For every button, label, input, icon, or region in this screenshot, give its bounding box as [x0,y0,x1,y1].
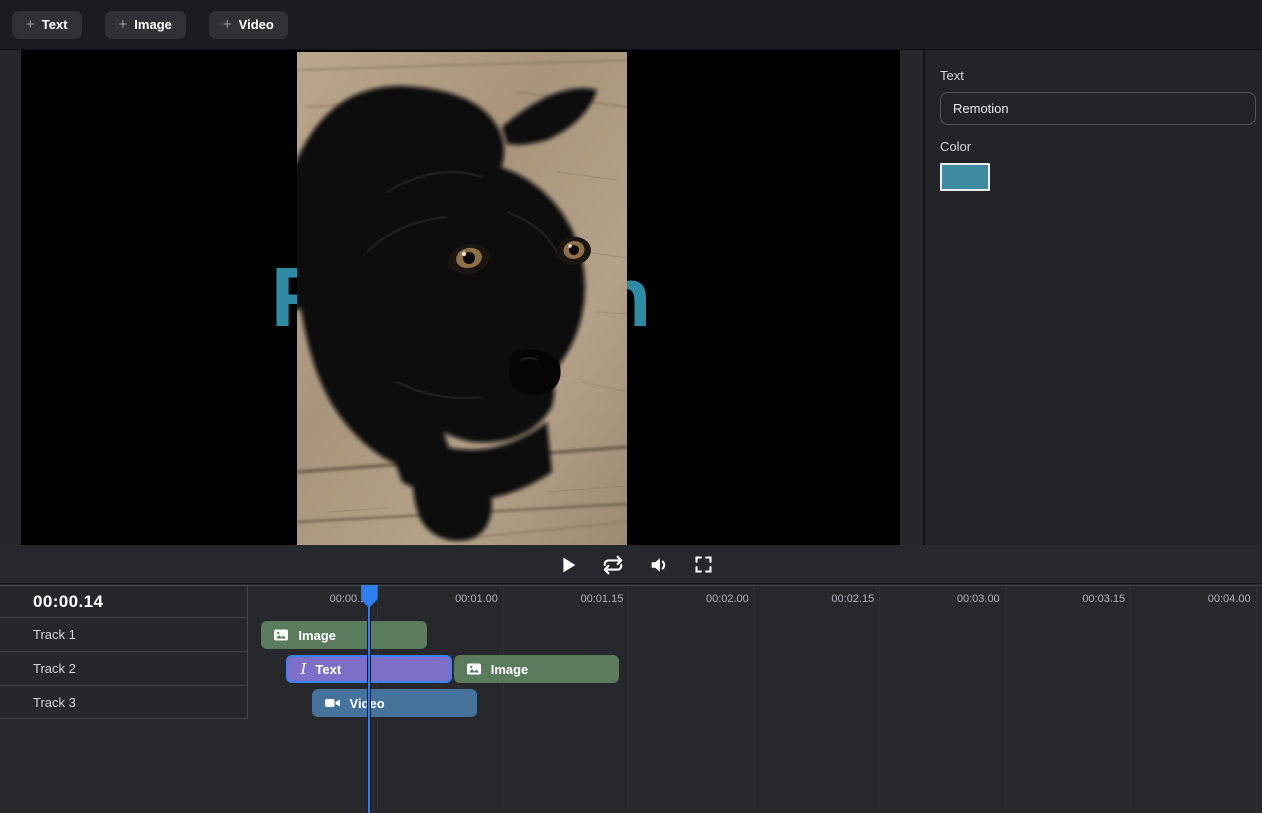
toolbar-button-label: Text [42,17,68,32]
track-row-1[interactable]: Track 1 [0,618,247,652]
track-label: Track 1 [33,627,76,642]
gridline [879,586,880,813]
clip-label: Text [315,662,341,677]
ruler-tick-label: 00:01.15 [503,593,623,605]
color-swatch[interactable] [940,163,990,191]
text-field-label: Text [940,68,1247,83]
ruler-tick-label: 00:03.00 [880,593,1000,605]
timeline-clip[interactable]: Image [454,655,619,683]
gridline [1005,586,1006,813]
toolbar-button-label: Image [134,17,172,32]
gridline [1256,586,1257,813]
color-field-label: Color [940,139,1247,154]
video-preview[interactable]: Remotion [21,50,900,545]
add-text-button[interactable]: + Text [12,11,82,39]
gridline [754,586,755,813]
image-icon [273,627,289,643]
inspector-panel: Text Color [925,50,1262,545]
ruler-tick-label: 00:01.00 [378,593,498,605]
ruler-tick-label: 00:00.15 [252,593,372,605]
dog-photo [297,52,627,545]
text-icon: I [300,660,306,678]
track-row-2[interactable]: Track 2 [0,652,247,686]
ruler-tick-label: 00:03.15 [1005,593,1125,605]
add-image-button[interactable]: + Image [105,11,186,39]
gridline [503,586,504,813]
image-icon [466,661,482,677]
volume-icon[interactable] [647,553,671,577]
video-icon [324,695,341,711]
ruler-tick-label: 00:02.15 [754,593,874,605]
plus-icon: + [26,16,35,33]
clip-label: Image [298,628,336,643]
timeline[interactable]: 00:00.15 00:01.00 00:01.15 00:02.00 00:02.15… [0,585,1262,813]
playhead-line[interactable] [367,586,371,813]
timecode-display: 00:00.14 [0,586,247,618]
track-label: Track 2 [33,661,76,676]
track-row-3[interactable]: Track 3 [0,686,247,719]
track-label: Track 3 [33,695,76,710]
text-input[interactable] [940,92,1256,125]
toolbar-button-label: Video [239,17,274,32]
add-video-button[interactable]: + Video [209,11,288,39]
gridline [628,586,629,813]
timeline-clip[interactable]: Video [312,689,477,717]
toolbar: + Text + Image + Video [0,0,1262,50]
plus-icon: + [119,16,128,33]
gridline [1130,586,1131,813]
clip-label: Image [491,662,529,677]
track-header-column: 00:00.14 Track 1 Track 2 Track 3 [0,586,248,719]
loop-icon[interactable] [601,553,625,577]
fullscreen-icon[interactable] [692,553,716,577]
play-icon[interactable] [556,553,580,577]
transport-bar [0,545,1262,584]
ruler-tick-label: 00:02.00 [629,593,749,605]
app-window: + Text + Image + Video Remotion [0,0,1262,813]
ruler-tick-label: 00:04.00 [1131,593,1251,605]
plus-icon: + [223,16,232,33]
timeline-clip[interactable]: Image [261,621,426,649]
